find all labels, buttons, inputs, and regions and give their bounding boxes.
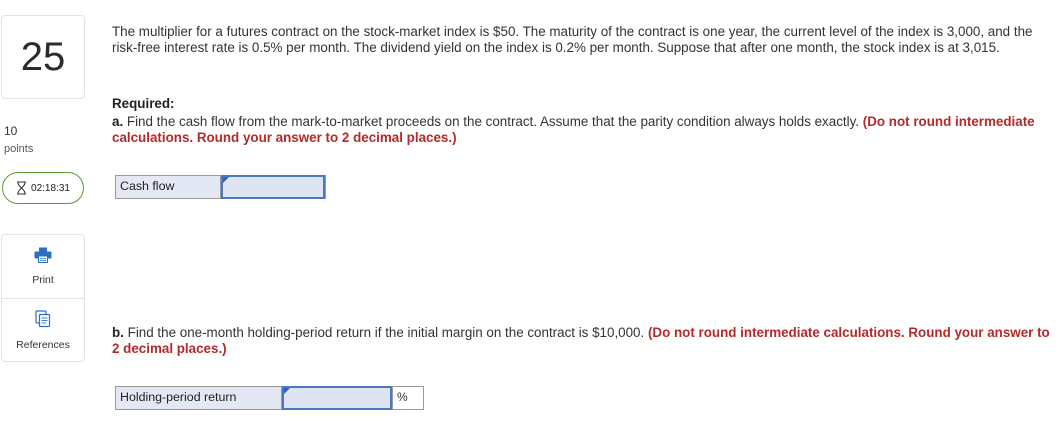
printer-icon	[34, 247, 52, 274]
cash-flow-answer-row: Cash flow	[115, 175, 326, 199]
holding-period-field[interactable]	[282, 386, 392, 410]
cash-flow-field[interactable]	[221, 175, 325, 199]
hourglass-icon	[16, 181, 27, 195]
percent-unit: %	[392, 387, 423, 409]
required-heading: Required:	[112, 96, 175, 111]
cash-flow-input[interactable]	[223, 177, 323, 197]
part-b-text: Find the one-month holding-period return…	[127, 325, 645, 340]
points-label: points	[4, 143, 34, 155]
question-page: 25 10 points 02:18:31 Print References T…	[0, 0, 1064, 429]
input-marker-icon	[284, 388, 290, 394]
references-label: References	[16, 338, 70, 351]
references-button[interactable]: References	[2, 298, 84, 361]
question-number: 25	[20, 34, 66, 79]
problem-statement: The multiplier for a futures contract on…	[112, 24, 1033, 55]
part-b-label: b.	[112, 325, 124, 340]
input-marker-icon	[223, 177, 229, 183]
question-number-box: 25	[1, 15, 85, 99]
timer-badge[interactable]: 02:18:31	[2, 172, 84, 204]
part-a-label: a.	[112, 114, 124, 129]
holding-period-input[interactable]	[284, 388, 390, 408]
print-label: Print	[32, 273, 54, 286]
cash-flow-label: Cash flow	[116, 176, 221, 198]
print-button[interactable]: Print	[2, 235, 84, 297]
holding-period-label: Holding-period return	[116, 387, 282, 409]
references-icon	[35, 309, 51, 339]
points-value: 10	[4, 124, 18, 138]
tools-panel: Print References	[1, 234, 85, 362]
part-a-text: Find the cash flow from the mark-to-mark…	[126, 114, 860, 129]
timer-text: 02:18:31	[31, 182, 70, 194]
part-a-prompt: a. Find the cash flow from the mark-to-m…	[112, 114, 1057, 146]
part-b-prompt: b. Find the one-month holding-period ret…	[112, 325, 1057, 357]
holding-period-answer-row: Holding-period return %	[115, 386, 424, 410]
